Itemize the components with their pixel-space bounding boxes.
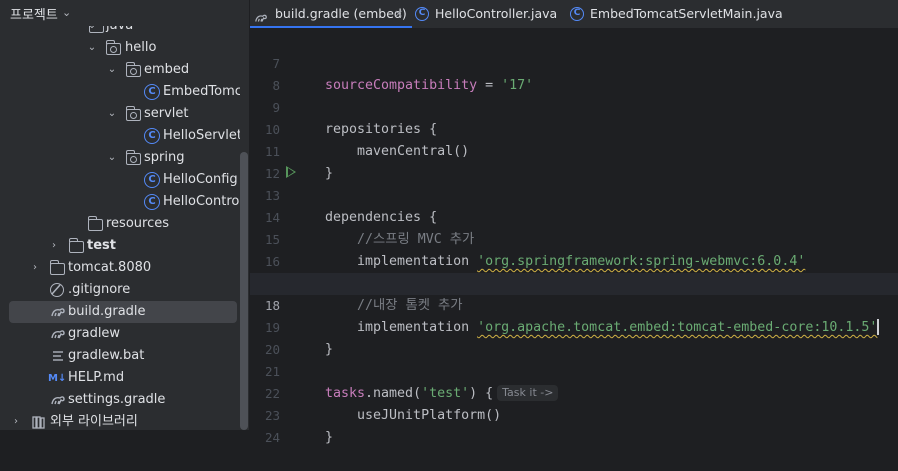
class-icon: C bbox=[144, 172, 160, 188]
code-line-current[interactable]: 18 implementation 'org.apache.tomcat.emb… bbox=[250, 273, 898, 335]
markdown-icon: M↓ bbox=[48, 373, 67, 384]
package-icon bbox=[105, 40, 121, 55]
resources-folder-icon bbox=[87, 216, 103, 231]
tree-item-embed-tomcat-servlet-main[interactable]: C EmbedTomcatServletMain bbox=[0, 81, 240, 103]
chevron-down-icon[interactable]: ⌄ bbox=[106, 103, 118, 125]
tree-item-hello-controller[interactable]: C HelloController bbox=[0, 191, 240, 213]
code-line[interactable]: 19 } bbox=[250, 295, 898, 357]
class-icon: C bbox=[144, 194, 160, 210]
package-icon bbox=[125, 106, 141, 121]
tab-build-gradle[interactable]: build.gradle (embed) × bbox=[250, 0, 412, 28]
class-icon: C bbox=[415, 7, 429, 21]
class-icon: C bbox=[144, 128, 160, 144]
sidebar-header[interactable]: 프로젝트 ⌄ bbox=[0, 0, 249, 26]
code-line[interactable]: 11 } bbox=[250, 119, 898, 181]
code-line[interactable]: 14 //스프링 MVC 추가 bbox=[250, 185, 898, 247]
tree-item-hello[interactable]: ⌄ hello bbox=[0, 37, 240, 59]
tab-hello-controller[interactable]: C HelloController.java bbox=[413, 0, 568, 28]
code-line[interactable]: 15 implementation 'org.springframework:s… bbox=[250, 207, 898, 269]
editor-tabs: build.gradle (embed) × C HelloController… bbox=[250, 0, 898, 29]
chevron-down-icon[interactable]: ⌄ bbox=[106, 147, 118, 169]
tree-item-test[interactable]: › test bbox=[0, 235, 240, 257]
code-line[interactable]: 13 dependencies { bbox=[250, 163, 898, 225]
library-icon bbox=[31, 414, 47, 430]
tree-item-tomcat-8080[interactable]: › tomcat.8080 bbox=[0, 257, 240, 279]
tree-item-resources[interactable]: resources bbox=[0, 213, 240, 235]
chevron-down-icon[interactable]: ⌄ bbox=[106, 59, 118, 81]
folder-icon bbox=[49, 260, 65, 275]
code-line[interactable]: 22 useJUnitPlatform() bbox=[250, 361, 898, 423]
code-line[interactable]: 7 sourceCompatibility = '17' bbox=[250, 31, 898, 93]
chevron-down-icon[interactable]: ⌄ bbox=[86, 37, 98, 59]
gradle-icon bbox=[50, 304, 66, 320]
test-folder-icon bbox=[68, 238, 84, 253]
class-icon: C bbox=[144, 84, 160, 100]
code-line[interactable]: 17 //내장 톰켓 추가 bbox=[250, 251, 898, 313]
tree-item-help-md[interactable]: M↓ HELP.md bbox=[0, 367, 240, 389]
sidebar-scrollbar[interactable] bbox=[240, 152, 248, 430]
code-line[interactable]: 16 bbox=[250, 229, 898, 269]
text-file-icon bbox=[50, 348, 66, 364]
gradle-icon bbox=[50, 392, 66, 408]
tree-item-spring[interactable]: ⌄ spring bbox=[0, 147, 240, 169]
code-line[interactable]: 10 mavenCentral() bbox=[250, 97, 898, 159]
tree-item-embed[interactable]: ⌄ embed bbox=[0, 59, 240, 81]
package-icon bbox=[125, 150, 141, 165]
tree-item-hello-servlet[interactable]: C HelloServlet bbox=[0, 125, 240, 147]
tree-item-hello-config[interactable]: C HelloConfig bbox=[0, 169, 240, 191]
chevron-right-icon[interactable]: › bbox=[10, 411, 22, 430]
gradle-icon bbox=[254, 7, 268, 22]
close-icon[interactable]: × bbox=[394, 0, 403, 28]
sidebar-title[interactable]: 프로젝트 bbox=[10, 4, 58, 23]
tree-item-settings-gradle[interactable]: settings.gradle bbox=[0, 389, 240, 411]
tree-item-gradlew[interactable]: gradlew bbox=[0, 323, 240, 345]
chevron-right-icon[interactable]: › bbox=[29, 257, 41, 279]
tree-item-external-libraries[interactable]: › 외부 라이브러리 bbox=[0, 411, 240, 430]
ignore-file-icon bbox=[50, 283, 64, 297]
gradle-icon bbox=[50, 326, 66, 342]
code-line[interactable]: 23 } bbox=[250, 383, 898, 445]
project-sidebar: ⌄ java ⌄ hello ⌄ embed C EmbedTomcatServ… bbox=[0, 0, 249, 430]
package-icon bbox=[125, 62, 141, 77]
run-gutter-icon[interactable] bbox=[286, 166, 296, 178]
code-line[interactable]: 21 tasks.named('test') {Task it -> bbox=[250, 339, 898, 401]
code-line[interactable]: 24 bbox=[250, 405, 898, 445]
chevron-down-icon[interactable]: ⌄ bbox=[62, 6, 71, 19]
chevron-right-icon[interactable]: › bbox=[48, 235, 60, 257]
code-line[interactable]: 9 repositories { bbox=[250, 75, 898, 137]
code-line[interactable]: 20 bbox=[250, 317, 898, 357]
tree-item-build-gradle[interactable]: build.gradle bbox=[9, 301, 237, 323]
code-editor[interactable]: 7 sourceCompatibility = '17' 8 9 reposit… bbox=[250, 29, 898, 445]
code-line[interactable]: 12 bbox=[250, 141, 898, 181]
tree-item-gradlew-bat[interactable]: gradlew.bat bbox=[0, 345, 240, 367]
tab-embed-tomcat-servlet-main[interactable]: C EmbedTomcatServletMain.java bbox=[568, 0, 798, 28]
class-icon: C bbox=[570, 7, 584, 21]
tree-item-gitignore[interactable]: .gitignore bbox=[0, 279, 240, 301]
tree-item-servlet[interactable]: ⌄ servlet bbox=[0, 103, 240, 125]
line-number: 24 bbox=[264, 430, 280, 445]
code-line[interactable]: 8 bbox=[250, 53, 898, 93]
